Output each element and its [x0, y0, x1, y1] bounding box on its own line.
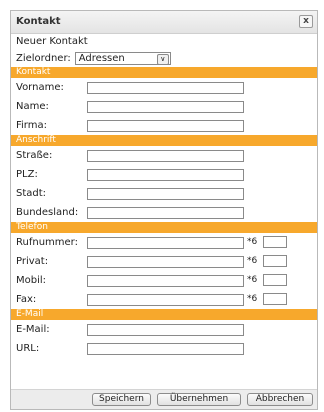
dialog-meta: Neuer Kontakt Zielordner: Adressen ∨ [11, 34, 317, 67]
close-button[interactable]: x [299, 15, 313, 28]
mobil-prefix: *6 [247, 275, 258, 285]
fax-extension-input[interactable] [263, 293, 287, 305]
field-row-url: URL: [11, 339, 317, 358]
section-header-email: E-Mail [11, 309, 317, 320]
section-header-kontakt: Kontakt [11, 67, 317, 78]
name-label: Name: [16, 101, 49, 112]
folder-select[interactable]: Adressen ∨ [74, 51, 171, 65]
mobil-label: Mobil: [16, 275, 47, 286]
fax-prefix: *6 [247, 294, 258, 304]
contact-dialog: Kontakt x Neuer Kontakt Zielordner: Adre… [10, 10, 318, 410]
vorname-label: Vorname: [16, 82, 64, 93]
fax-label: Fax: [16, 294, 37, 305]
subtitle: Neuer Kontakt [16, 36, 88, 47]
fax-input[interactable] [87, 293, 244, 306]
field-row-name: Name: [11, 97, 317, 116]
dialog-title: Kontakt [16, 16, 61, 27]
field-row-bundesland: Bundesland: [11, 203, 317, 222]
privat-prefix: *6 [247, 256, 258, 266]
rufnummer-extension-input[interactable] [263, 236, 287, 248]
privat-input[interactable] [87, 255, 244, 268]
bundesland-label: Bundesland: [16, 207, 79, 218]
vorname-input[interactable] [87, 81, 244, 94]
strasse-input[interactable] [87, 149, 244, 162]
email-field[interactable] [87, 323, 244, 336]
field-row-stadt: Stadt: [11, 184, 317, 203]
cancel-button[interactable]: Abbrechen [247, 393, 313, 406]
bundesland-input[interactable] [87, 206, 244, 219]
apply-button[interactable]: Übernehmen [157, 393, 241, 406]
url-label: URL: [16, 343, 40, 354]
save-button[interactable]: Speichern [92, 393, 151, 406]
firma-input[interactable] [87, 119, 244, 132]
strasse-label: Straße: [16, 150, 53, 161]
section-header-telefon: Telefon [11, 222, 317, 233]
field-row-vorname: Vorname: [11, 78, 317, 97]
privat-extension-input[interactable] [263, 255, 287, 267]
stadt-input[interactable] [87, 187, 244, 200]
url-field[interactable] [87, 342, 244, 355]
email-label: E-Mail: [16, 324, 50, 335]
folder-row: Zielordner: Adressen ∨ [16, 49, 312, 67]
folder-label: Zielordner: [16, 52, 71, 64]
chevron-down-icon[interactable]: ∨ [156, 53, 169, 65]
close-icon: x [303, 16, 309, 26]
field-row-strasse: Straße: [11, 146, 317, 165]
button-bar: Speichern Übernehmen Abbrechen [11, 389, 317, 409]
field-row-mobil: Mobil: *6 [11, 271, 317, 290]
mobil-extension-input[interactable] [263, 274, 287, 286]
rufnummer-prefix: *6 [247, 237, 258, 247]
field-row-fax: Fax: *6 [11, 290, 317, 309]
dialog-titlebar: Kontakt x [11, 11, 317, 34]
rufnummer-label: Rufnummer: [16, 237, 78, 248]
name-input[interactable] [87, 100, 244, 113]
section-header-anschrift: Anschrift [11, 135, 317, 146]
plz-input[interactable] [87, 168, 244, 181]
field-row-privat: Privat: *6 [11, 252, 317, 271]
rufnummer-input[interactable] [87, 236, 244, 249]
firma-label: Firma: [16, 120, 47, 131]
field-row-plz: PLZ: [11, 165, 317, 184]
plz-label: PLZ: [16, 169, 38, 180]
field-row-firma: Firma: [11, 116, 317, 135]
mobil-input[interactable] [87, 274, 244, 287]
privat-label: Privat: [16, 256, 49, 267]
folder-value: Adressen [78, 52, 125, 64]
field-row-rufnummer: Rufnummer: *6 [11, 233, 317, 252]
field-row-email: E-Mail: [11, 320, 317, 339]
stadt-label: Stadt: [16, 188, 47, 199]
